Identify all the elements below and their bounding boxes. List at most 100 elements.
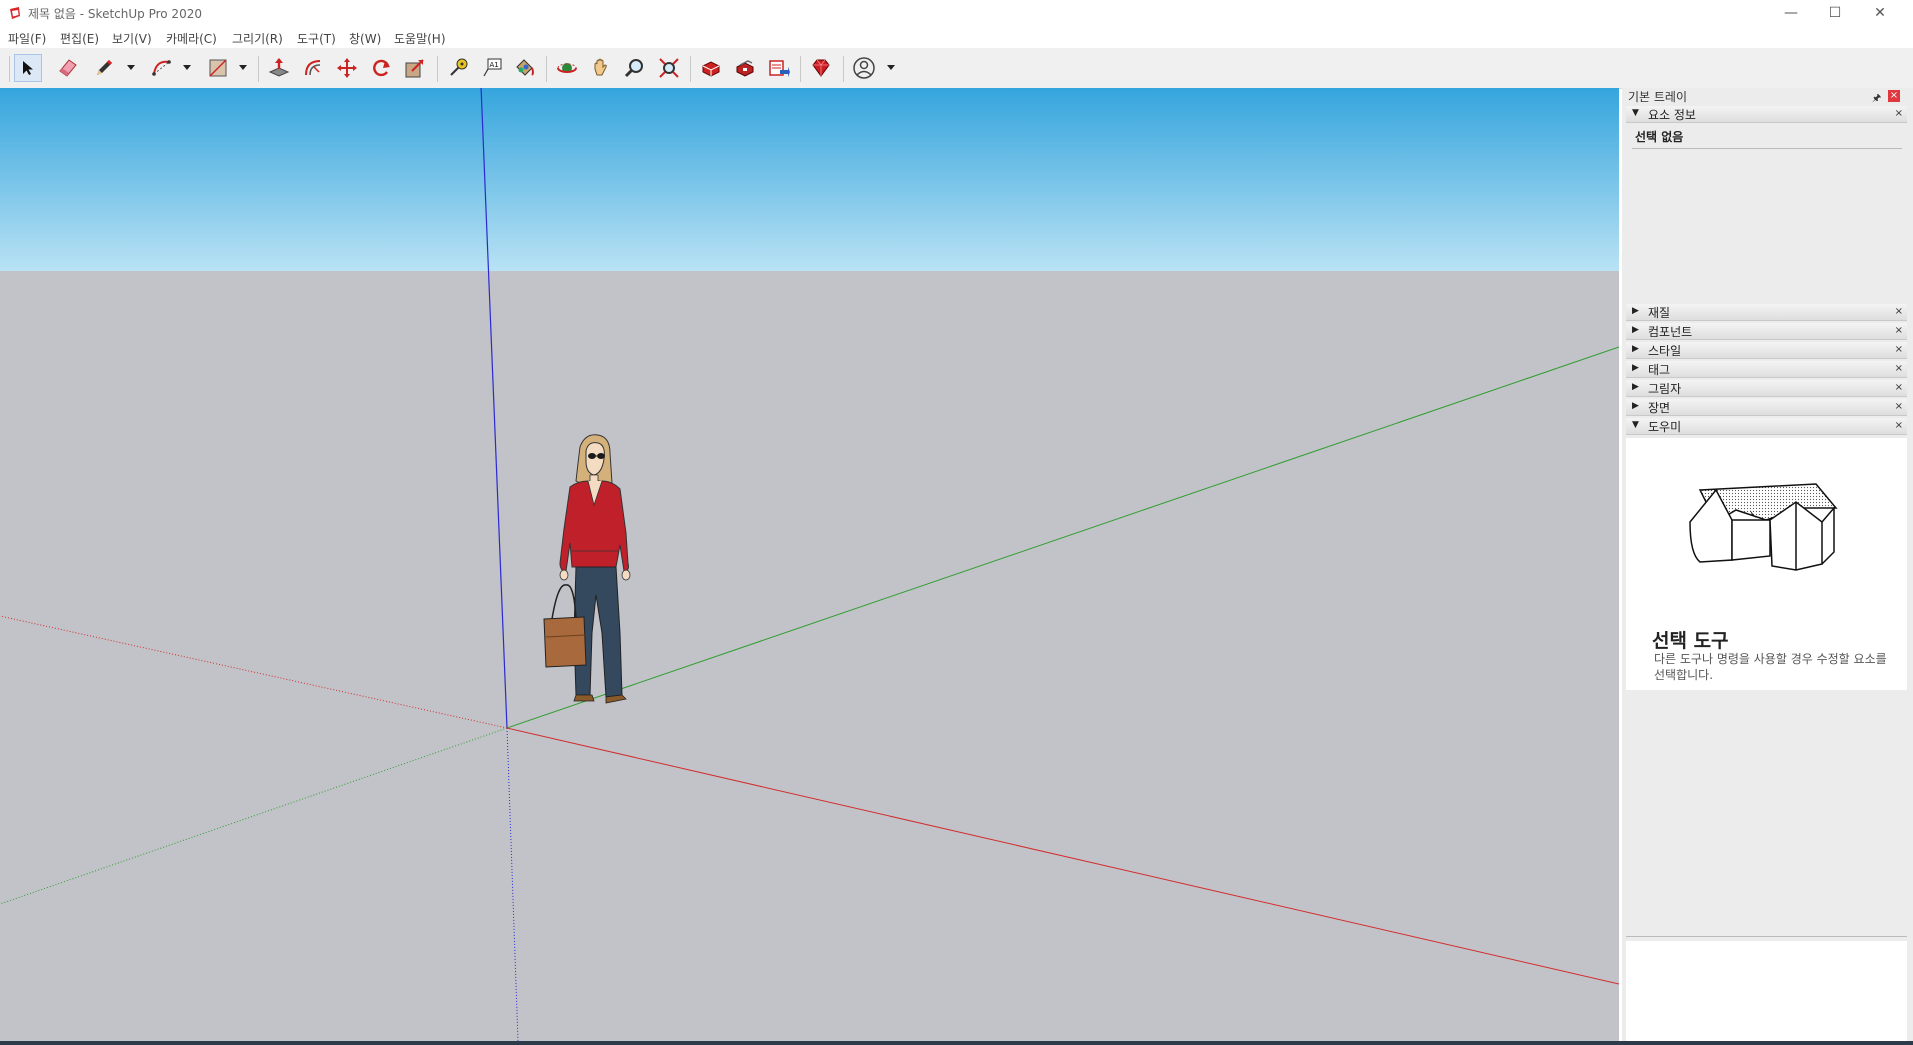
sketchup-logo-icon — [10, 7, 20, 19]
menu-edit[interactable]: 편집(E) — [60, 30, 99, 47]
tape-measure-tool-button[interactable] — [444, 54, 472, 82]
scale-figure-person[interactable] — [530, 433, 650, 733]
paint-bucket-tool-button[interactable] — [510, 54, 538, 82]
taskbar-edge — [0, 1041, 1913, 1045]
account-dropdown-icon[interactable] — [886, 62, 896, 72]
panel-close-icon[interactable]: × — [1895, 306, 1903, 317]
axes-overlay — [0, 88, 1619, 1041]
panel-styles-header[interactable]: ▶ 스타일 × — [1626, 342, 1907, 359]
menu-view[interactable]: 보기(V) — [112, 30, 152, 47]
eraser-icon — [59, 59, 77, 77]
move-icon — [337, 58, 357, 78]
select-tool-button[interactable] — [14, 54, 42, 82]
instructor-title: 선택 도구 — [1652, 630, 1729, 652]
panel-collapsed-icon: ▶ — [1632, 401, 1639, 411]
rotate-tool-button[interactable] — [367, 54, 395, 82]
arc-tool-dropdown-icon[interactable] — [182, 62, 192, 72]
shape-tool-dropdown-icon[interactable] — [238, 62, 248, 72]
arc-icon — [152, 60, 171, 76]
panel-close-icon[interactable]: × — [1895, 325, 1903, 336]
ruby-gem-icon — [812, 59, 830, 77]
panel-close-icon[interactable]: × — [1895, 382, 1903, 393]
panel-close-icon[interactable]: × — [1895, 420, 1903, 431]
panel-shadows-header[interactable]: ▶ 그림자 × — [1626, 380, 1907, 397]
extension-warehouse-icon — [736, 60, 754, 77]
scale-icon — [405, 59, 424, 78]
panel-entity-info-header[interactable]: ▼ 요소 정보 × — [1626, 106, 1907, 123]
account-button[interactable] — [850, 54, 878, 82]
eraser-tool-button[interactable] — [54, 54, 82, 82]
green-axis-positive — [506, 346, 1619, 729]
tape-measure-icon — [450, 58, 468, 76]
panel-instructor-header[interactable]: ▼ 도우미 × — [1626, 418, 1907, 435]
zoom-extents-icon — [659, 58, 679, 78]
panel-collapsed-icon: ▶ — [1632, 344, 1639, 354]
extension-manager-button[interactable] — [807, 54, 835, 82]
panel-label: 장면 — [1648, 401, 1671, 415]
panel-label: 컴포넌트 — [1648, 325, 1693, 339]
panel-label: 그림자 — [1648, 382, 1682, 396]
orbit-icon — [557, 63, 577, 73]
toolbar-separator — [690, 56, 691, 82]
panel-label: 태그 — [1648, 363, 1671, 377]
zoom-tool-button[interactable] — [621, 54, 649, 82]
close-window-button[interactable]: ✕ — [1858, 0, 1902, 26]
offset-icon — [305, 60, 321, 76]
paint-bucket-icon — [516, 59, 534, 76]
blue-axis-positive — [480, 88, 508, 729]
menu-window[interactable]: 창(W) — [349, 30, 381, 47]
text-icon: A1 — [483, 58, 502, 77]
pan-tool-button[interactable] — [587, 54, 615, 82]
toolbar: A1 — [0, 48, 1913, 89]
menu-bar: 파일(F) 편집(E) 보기(V) 카메라(C) 그리기(R) 도구(T) 창(… — [0, 28, 1913, 48]
menu-help[interactable]: 도움말(H) — [394, 30, 446, 47]
move-tool-button[interactable] — [333, 54, 361, 82]
model-viewport[interactable] — [0, 88, 1619, 1041]
panel-collapsed-icon: ▶ — [1632, 325, 1639, 335]
zoom-extents-tool-button[interactable] — [655, 54, 683, 82]
line-tool-button[interactable] — [90, 54, 118, 82]
green-axis-negative — [0, 727, 508, 905]
panel-label: 요소 정보 — [1648, 108, 1696, 122]
default-tray: 기본 트레이 🖈 × ▼ 요소 정보 × 선택 없음 ▶ 재질 × ▶ 컴포넌트… — [1622, 88, 1913, 1041]
panel-close-icon[interactable]: × — [1895, 344, 1903, 355]
menu-draw[interactable]: 그리기(R) — [232, 30, 283, 47]
menu-file[interactable]: 파일(F) — [8, 30, 46, 47]
send-to-layout-button[interactable] — [765, 54, 793, 82]
rectangle-icon — [209, 59, 227, 77]
panel-components-header[interactable]: ▶ 컴포넌트 × — [1626, 323, 1907, 340]
3d-warehouse-button[interactable] — [697, 54, 725, 82]
panel-expanded-icon: ▼ — [1632, 108, 1639, 118]
instructor-description: 다른 도구나 명령을 사용할 경우 수정할 요소를 선택합니다. — [1654, 652, 1887, 682]
tray-close-button[interactable]: × — [1888, 90, 1900, 102]
scale-tool-button[interactable] — [401, 54, 429, 82]
text-tool-button[interactable]: A1 — [478, 54, 506, 82]
svg-text:A1: A1 — [490, 61, 499, 69]
shape-tool-button[interactable] — [204, 54, 232, 82]
panel-scenes-header[interactable]: ▶ 장면 × — [1626, 399, 1907, 416]
menu-tools[interactable]: 도구(T) — [297, 30, 336, 47]
panel-close-icon[interactable]: × — [1895, 108, 1903, 119]
toolbar-separator — [800, 56, 801, 82]
panel-materials-header[interactable]: ▶ 재질 × — [1626, 304, 1907, 321]
push-pull-tool-button[interactable] — [265, 54, 293, 82]
hand-icon — [594, 58, 607, 76]
minimize-button[interactable]: — — [1769, 0, 1813, 26]
instructor-body: 선택 도구 다른 도구나 명령을 사용할 경우 수정할 요소를 선택합니다. — [1626, 438, 1907, 690]
arc-tool-button[interactable] — [148, 54, 176, 82]
menu-camera[interactable]: 카메라(C) — [166, 30, 217, 47]
push-pull-icon — [268, 58, 290, 77]
pencil-icon — [97, 60, 112, 75]
maximize-button[interactable]: ☐ — [1813, 0, 1857, 26]
toolbar-separator — [437, 56, 438, 82]
orbit-tool-button[interactable] — [553, 54, 581, 82]
red-axis-positive — [506, 727, 1619, 985]
panel-close-icon[interactable]: × — [1895, 401, 1903, 412]
extension-warehouse-button[interactable] — [731, 54, 759, 82]
line-tool-dropdown-icon[interactable] — [126, 62, 136, 72]
tray-empty-area — [1626, 941, 1907, 1041]
title-bar: 제목 없음 - SketchUp Pro 2020 — ☐ ✕ — [0, 0, 1913, 26]
panel-tags-header[interactable]: ▶ 태그 × — [1626, 361, 1907, 378]
offset-tool-button[interactable] — [299, 54, 327, 82]
panel-close-icon[interactable]: × — [1895, 363, 1903, 374]
